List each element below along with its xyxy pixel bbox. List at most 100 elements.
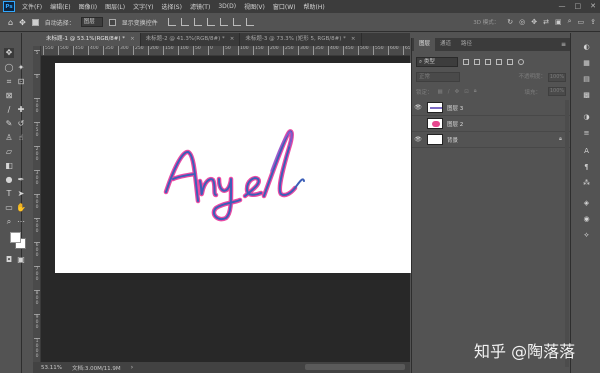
3d-rotate-icon[interactable]: ↻ — [507, 18, 513, 26]
tab-layers[interactable]: 图层 — [414, 38, 436, 51]
zoom-level[interactable]: 53.11% — [41, 365, 62, 371]
menu-file[interactable]: 文件(F) — [18, 2, 46, 11]
eyedropper-tool-icon[interactable]: ∕ — [4, 105, 14, 115]
brush-tool-icon[interactable]: ✎ — [4, 119, 14, 129]
paths-panel-icon[interactable]: ⟡ — [582, 231, 591, 240]
home-icon[interactable]: ⌂ — [8, 18, 13, 27]
properties-panel-icon[interactable]: ≡ — [582, 129, 591, 138]
filter-toggle-icon[interactable] — [518, 58, 524, 65]
eraser-tool-icon[interactable]: ▱ — [4, 147, 14, 157]
document-canvas[interactable] — [55, 63, 412, 273]
lock-pixels-icon[interactable]: ▦ — [438, 89, 443, 95]
pen-tool-icon[interactable]: ✒ — [16, 175, 26, 185]
fill-input[interactable]: 100% — [548, 87, 566, 96]
screen-mode-icon[interactable]: ▣ — [16, 255, 26, 265]
share-icon[interactable]: ⇪ — [590, 18, 596, 26]
menu-3d[interactable]: 3D(D) — [214, 3, 240, 10]
align-middle-icon[interactable] — [219, 18, 228, 26]
clone-stamp-tool-icon[interactable]: ♙ — [4, 133, 14, 143]
type-tool-icon[interactable]: T — [4, 189, 14, 199]
align-center-icon[interactable] — [180, 18, 189, 26]
path-select-tool-icon[interactable]: ➤ — [16, 189, 26, 199]
distribute-icon[interactable] — [245, 18, 254, 26]
menu-image[interactable]: 图像(I) — [75, 2, 101, 11]
channels-panel-icon[interactable]: ◉ — [582, 215, 591, 224]
character-panel-icon[interactable]: A — [582, 147, 591, 156]
frame-tool-icon[interactable]: ⊠ — [4, 91, 14, 101]
lock-all-icon[interactable]: 🔒︎ — [474, 88, 477, 95]
dodge-tool-icon[interactable]: ● — [4, 175, 14, 185]
magic-wand-tool-icon[interactable]: ✦ — [16, 63, 26, 73]
align-bottom-icon[interactable] — [232, 18, 241, 26]
horizontal-scrollbar[interactable] — [305, 364, 405, 370]
move-tool-icon[interactable]: ✥ — [4, 48, 14, 58]
menu-help[interactable]: 帮助(H) — [300, 2, 329, 11]
menu-filter[interactable]: 滤镜(T) — [186, 2, 214, 11]
menu-window[interactable]: 窗口(W) — [269, 2, 300, 11]
blend-mode-dropdown[interactable]: 正常 — [416, 71, 460, 82]
gradients-panel-icon[interactable]: ▤ — [582, 75, 591, 84]
3d-slide-icon[interactable]: ⇄ — [543, 18, 549, 26]
minimize-icon[interactable]: — — [559, 2, 566, 10]
close-icon[interactable]: ✕ — [590, 2, 596, 10]
more-tools-icon[interactable]: ⋯ — [16, 217, 26, 227]
adjustments-panel-icon[interactable]: ◑ — [582, 113, 591, 122]
color-panel-icon[interactable]: ◐ — [582, 43, 591, 52]
menu-type[interactable]: 文字(Y) — [129, 2, 157, 11]
layers-panel-icon[interactable]: ◈ — [582, 199, 591, 208]
maximize-icon[interactable]: □ — [575, 2, 582, 10]
3d-roll-icon[interactable]: ◎ — [519, 18, 525, 26]
menu-edit[interactable]: 编辑(E) — [46, 2, 74, 11]
visibility-eye-icon[interactable]: 👁︎ — [412, 104, 424, 111]
layer-name[interactable]: 背景 — [447, 136, 559, 144]
rectangle-tool-icon[interactable]: ▭ — [4, 203, 14, 213]
filter-type-icon[interactable] — [485, 58, 491, 65]
tab-paths[interactable]: 路径 — [456, 38, 477, 51]
lasso-tool-icon[interactable]: ◯ — [4, 63, 14, 73]
show-transform-checkbox[interactable] — [108, 18, 116, 26]
photoshop-logo[interactable]: Ps — [3, 1, 15, 12]
layers-scrollbar[interactable] — [565, 100, 569, 367]
patterns-panel-icon[interactable]: ▩ — [582, 91, 591, 100]
crop-tool-icon[interactable]: ⌗ — [4, 77, 14, 87]
tab-document-1[interactable]: 未标题-1 @ 53.1%(RGB/8#) * × — [41, 33, 141, 46]
auto-select-checkbox[interactable] — [31, 18, 39, 26]
tab-document-2[interactable]: 未标题-2 @ 41.3%(RGB/8#) * × — [141, 33, 241, 46]
align-right-icon[interactable] — [193, 18, 202, 26]
gradient-tool-icon[interactable]: ◧ — [4, 161, 14, 171]
hand-tool-icon[interactable]: ✋ — [16, 203, 26, 213]
tab-channels[interactable]: 通道 — [435, 38, 456, 51]
menu-select[interactable]: 选择(S) — [157, 2, 186, 11]
tab-close-icon[interactable]: × — [130, 36, 135, 42]
menu-view[interactable]: 视图(V) — [240, 2, 269, 11]
panel-menu-icon[interactable]: ≡ — [561, 41, 566, 48]
move-tool-icon[interactable]: ✥ — [19, 18, 26, 27]
layer-row-2[interactable]: 图层 2 — [412, 116, 571, 132]
lock-artboard-icon[interactable]: ⊡ — [464, 89, 469, 95]
canvas-workspace[interactable] — [41, 56, 412, 362]
filter-adjustment-icon[interactable] — [474, 58, 480, 65]
align-left-icon[interactable] — [167, 18, 176, 26]
menu-layer[interactable]: 图层(L) — [101, 2, 129, 11]
opacity-input[interactable]: 100% — [548, 72, 566, 82]
vertical-ruler[interactable]: 5 0 1 0 0 1 5 0 2 0 0 3 0 0 4 0 0 5 0 0 6 0 0 7 0… — [33, 46, 41, 362]
slice-tool-icon[interactable]: ⊡ — [16, 77, 26, 87]
paragraph-panel-icon[interactable]: ¶ — [582, 163, 591, 172]
swatches-panel-icon[interactable]: ▦ — [582, 59, 591, 68]
layer-row-background[interactable]: 👁︎ 背景 🔒︎ — [412, 132, 571, 148]
lock-position-icon[interactable]: ✥ — [455, 89, 460, 95]
auto-select-dropdown[interactable]: 图层 — [80, 17, 103, 27]
quick-mask-icon[interactable]: ◘ — [4, 255, 14, 265]
status-menu-arrow-icon[interactable]: › — [131, 364, 133, 371]
filter-pixel-icon[interactable] — [463, 58, 469, 65]
layer-name[interactable]: 图层 2 — [447, 120, 571, 128]
3d-drag-icon[interactable]: ✥ — [531, 18, 537, 26]
3d-scale-icon[interactable]: ▣ — [555, 18, 562, 26]
horizontal-ruler[interactable]: 550 500 450 400 350 300 250 200 150 100 50 0 50 100 15… — [41, 46, 410, 56]
layer-row-3[interactable]: 👁︎ 图层 3 — [412, 100, 571, 116]
layer-name[interactable]: 图层 3 — [447, 104, 571, 112]
align-top-icon[interactable] — [206, 18, 215, 26]
workspace-icon[interactable]: ▭ — [578, 18, 585, 26]
search-icon[interactable]: ⌕ — [568, 17, 572, 26]
healing-tool-icon[interactable]: ✚ — [16, 105, 26, 115]
